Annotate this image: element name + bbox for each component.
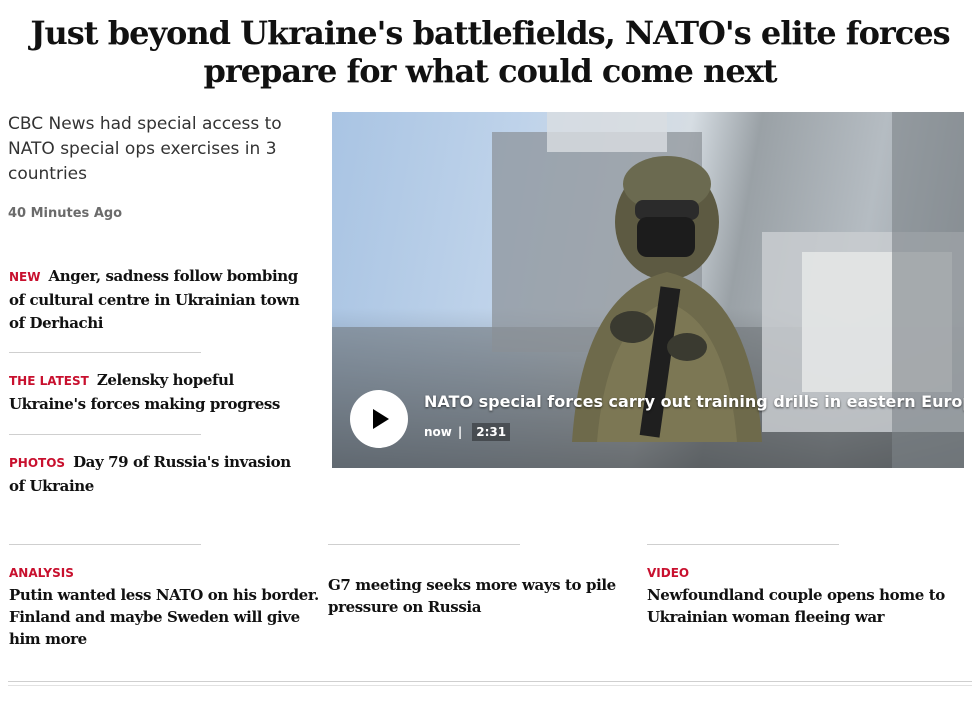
related-stories-list: NEW Anger, sadness follow bombing of cult… (9, 265, 304, 498)
play-button[interactable] (350, 390, 408, 448)
bottom-story-1[interactable]: ANALYSIS Putin wanted less NATO on his b… (9, 544, 328, 650)
story-headline[interactable]: Just beyond Ukraine's battlefields, NATO… (0, 14, 980, 90)
video-thumbnail (332, 112, 964, 468)
story-label: THE LATEST (9, 374, 89, 388)
divider (328, 544, 520, 545)
divider (9, 544, 201, 545)
story-label: NEW (9, 270, 41, 284)
story-timestamp: 40 Minutes Ago (8, 206, 123, 221)
story-dek: CBC News had special access to NATO spec… (8, 114, 282, 184)
video-time: now (424, 425, 452, 439)
story-link[interactable]: Anger, sadness follow bombing of cultura… (9, 267, 300, 332)
bottom-story-2[interactable]: G7 meeting seeks more ways to pile press… (328, 544, 647, 650)
story-label: PHOTOS (9, 456, 66, 470)
divider (9, 352, 201, 353)
divider (647, 544, 839, 545)
related-story-1[interactable]: NEW Anger, sadness follow bombing of cult… (9, 265, 304, 335)
meta-separator: | (457, 425, 463, 439)
video-player[interactable]: NATO special forces carry out training d… (332, 112, 964, 468)
related-story-2[interactable]: THE LATEST Zelensky hopeful Ukraine's for… (9, 369, 304, 416)
story-category: ANALYSIS (9, 566, 74, 580)
story-link[interactable]: Newfoundland couple opens home to Ukrain… (647, 584, 966, 628)
related-story-3[interactable]: PHOTOS Day 79 of Russia's invasion of Ukr… (9, 451, 304, 498)
story-link[interactable]: Putin wanted less NATO on his border. Fi… (9, 584, 328, 650)
video-duration: 2:31 (472, 423, 511, 441)
divider (9, 434, 201, 435)
story-link[interactable]: G7 meeting seeks more ways to pile press… (328, 566, 647, 618)
bottom-story-3[interactable]: VIDEO Newfoundland couple opens home to … (647, 544, 966, 650)
section-divider (8, 681, 972, 682)
section-divider (8, 685, 972, 686)
story-category: VIDEO (647, 566, 690, 580)
video-meta: now | 2:31 (424, 423, 511, 441)
bottom-stories-row: ANALYSIS Putin wanted less NATO on his b… (9, 544, 971, 650)
play-icon (373, 409, 389, 429)
video-title[interactable]: NATO special forces carry out training d… (424, 392, 964, 411)
